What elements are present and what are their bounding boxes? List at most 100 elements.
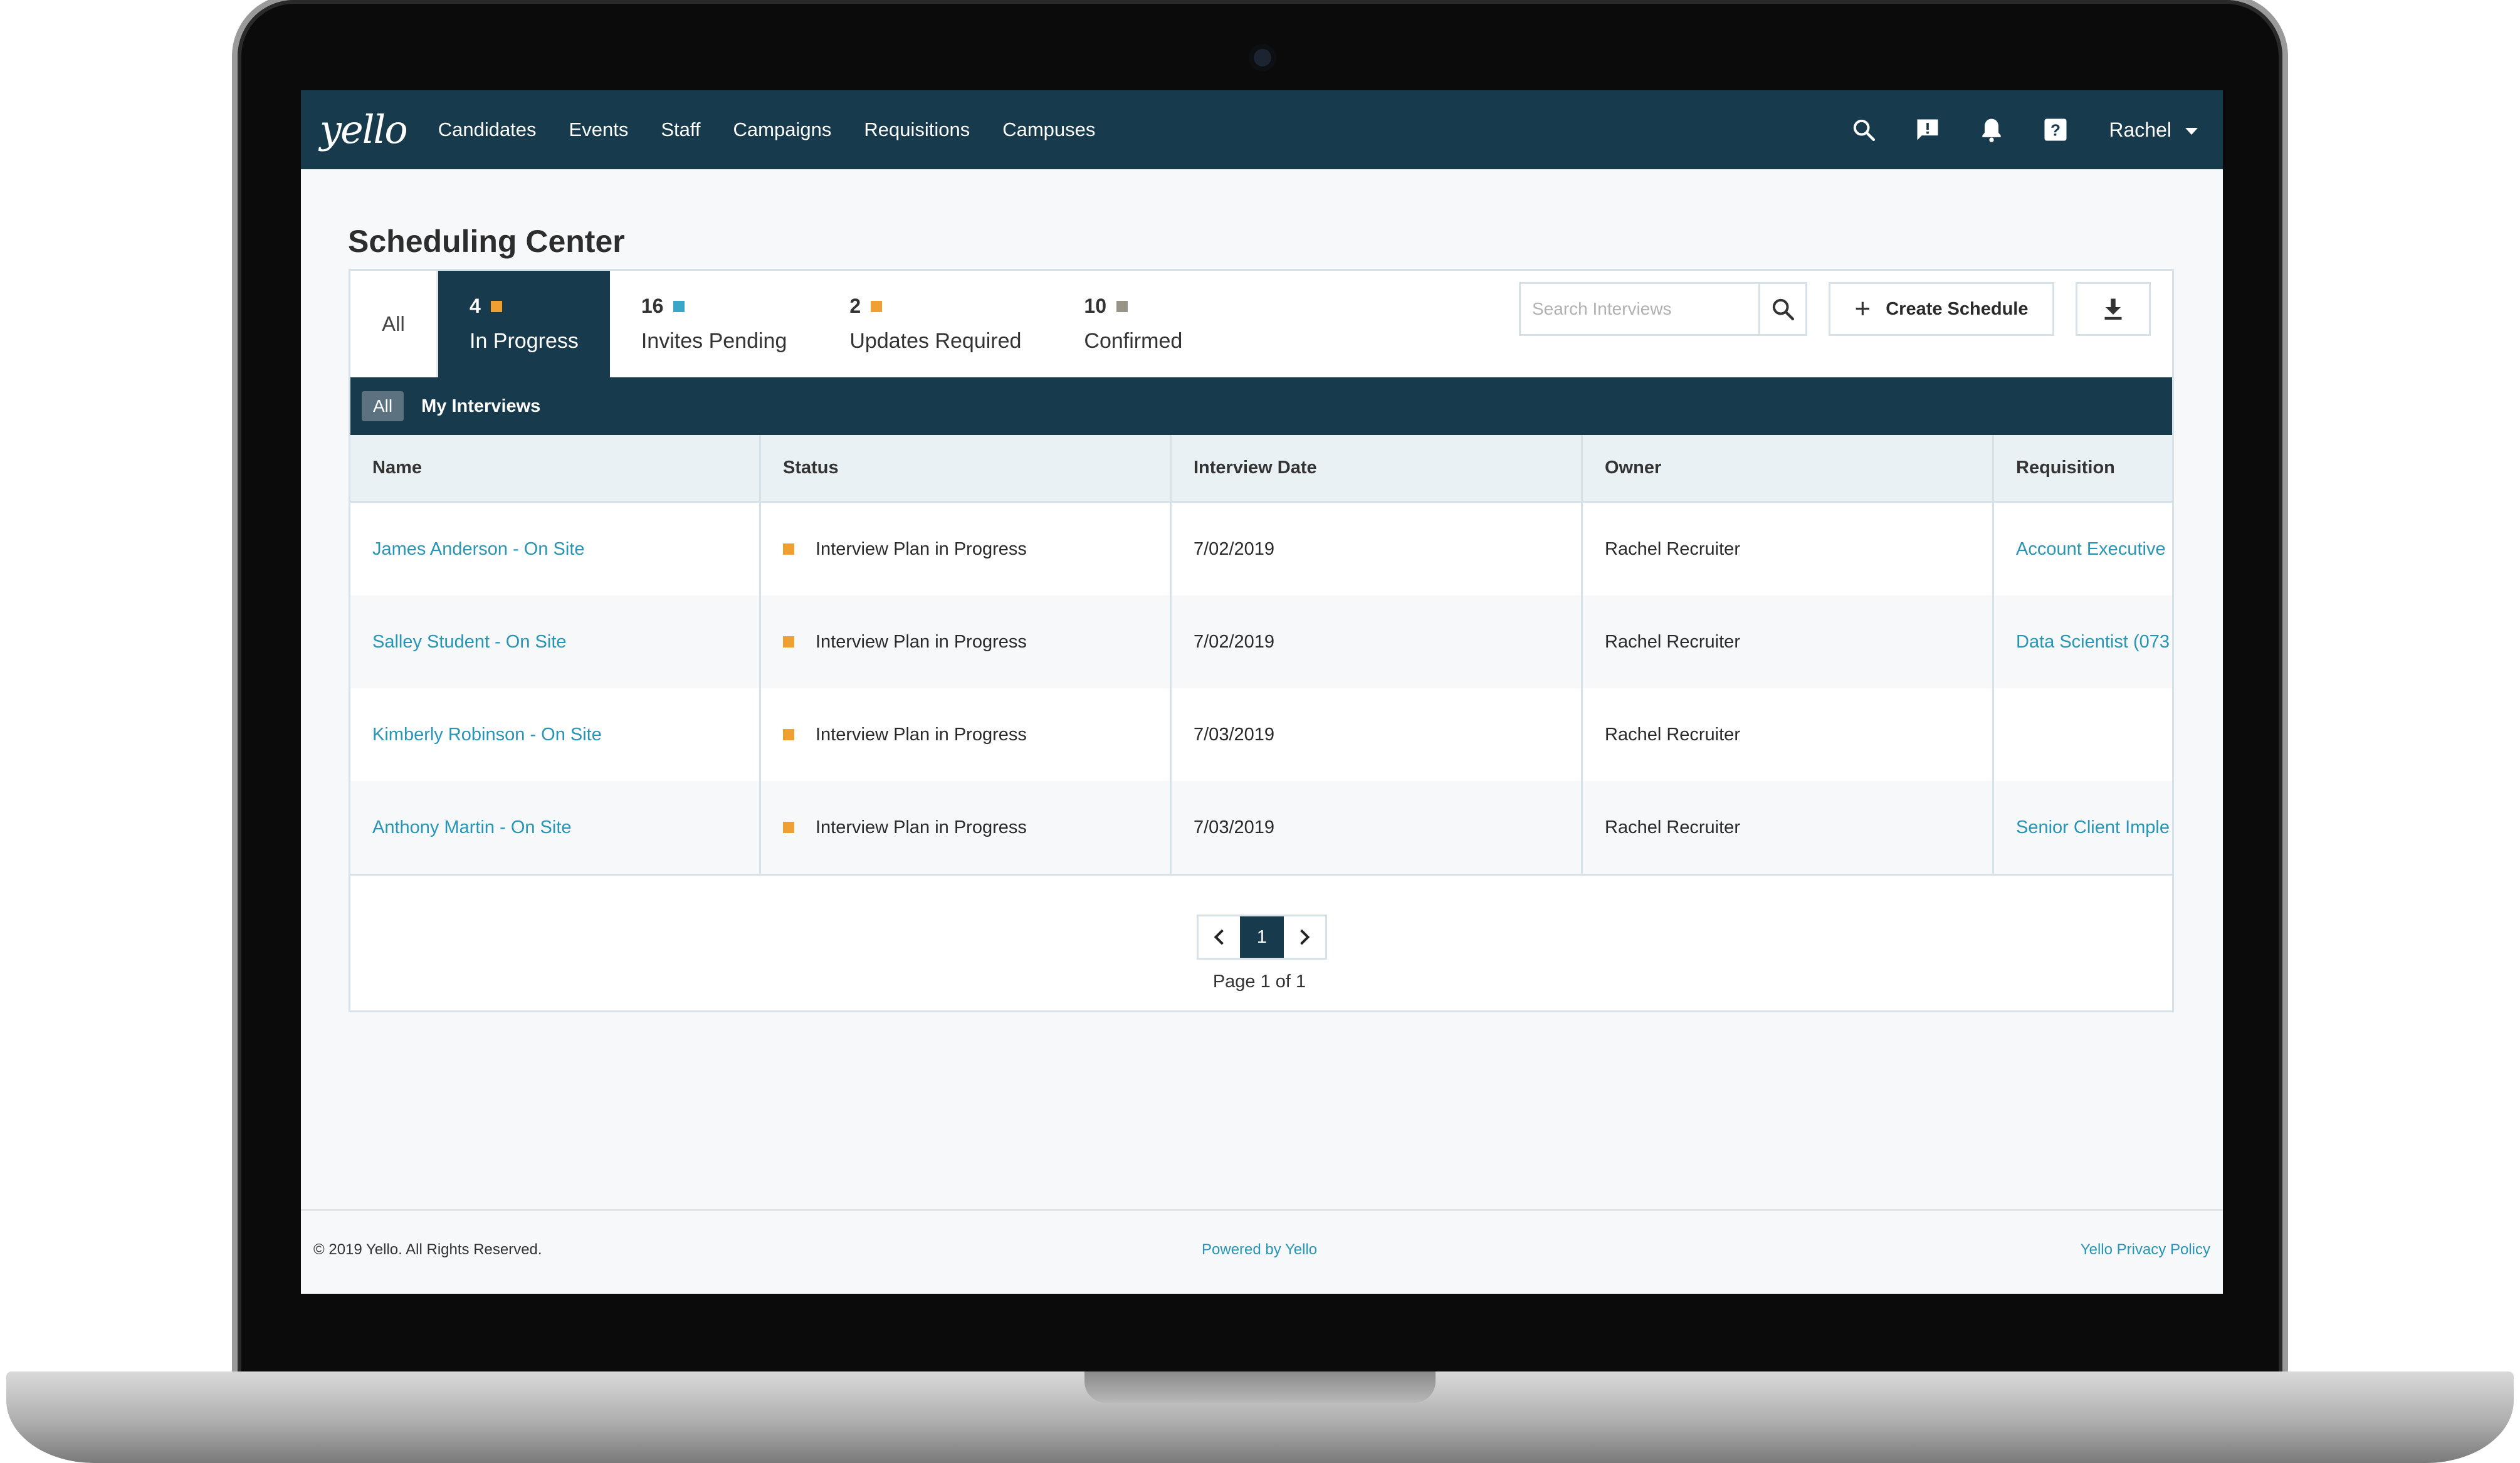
status-text: Interview Plan in Progress: [816, 724, 1027, 745]
status-tabs: All 4 In Progress 16 Invites Pending 2 U…: [350, 271, 1214, 377]
date-cell: 7/02/2019: [1172, 503, 1583, 595]
tab-count: 16: [641, 295, 787, 318]
chevron-down-icon[interactable]: [2185, 127, 2198, 135]
tab-count: 4: [470, 295, 579, 318]
bell-icon[interactable]: [1976, 114, 2007, 145]
page-info: Page 1 of 1: [1212, 972, 1306, 992]
plus-icon: +: [1854, 293, 1871, 324]
tab-count: 2: [849, 295, 1021, 318]
status-cell: Interview Plan in Progress: [761, 781, 1172, 874]
table-bottom-border: [350, 874, 2172, 876]
table-row: James Anderson - On Site Interview Plan …: [350, 503, 2172, 595]
message-alert-icon[interactable]: [1912, 114, 1943, 145]
candidate-link[interactable]: Kimberly Robinson - On Site: [350, 688, 761, 781]
footer: © 2019 Yello. All Rights Reserved. Power…: [301, 1209, 2223, 1294]
nav-link-campuses[interactable]: Campuses: [1002, 118, 1095, 141]
date-cell: 7/03/2019: [1172, 688, 1583, 781]
owner-cell: Rachel Recruiter: [1583, 781, 1994, 874]
column-header-requisition[interactable]: Requisition: [1994, 435, 2172, 501]
nav-link-requisitions[interactable]: Requisitions: [864, 118, 970, 141]
owner-cell: Rachel Recruiter: [1583, 688, 1994, 781]
current-page-button[interactable]: 1: [1240, 916, 1284, 958]
status-text: Interview Plan in Progress: [816, 631, 1027, 652]
footer-privacy-link[interactable]: Yello Privacy Policy: [2081, 1241, 2210, 1259]
nav-link-candidates[interactable]: Candidates: [438, 118, 537, 141]
webcam: [1249, 44, 1276, 71]
pagination: 1: [1197, 915, 1327, 960]
tab-label: Updates Required: [849, 329, 1022, 353]
requisition-link[interactable]: Account Executive: [1994, 503, 2172, 595]
column-header-name[interactable]: Name: [350, 435, 761, 501]
status-indicator: [783, 636, 794, 648]
nav-link-campaigns[interactable]: Campaigns: [733, 118, 832, 141]
requisition-link[interactable]: Senior Client Imple: [1994, 781, 2172, 874]
footer-powered-link[interactable]: Powered by Yello: [1202, 1241, 1317, 1259]
status-indicator: [783, 729, 794, 740]
column-header-interview-date[interactable]: Interview Date: [1172, 435, 1583, 501]
user-menu-name[interactable]: Rachel: [2109, 118, 2171, 142]
status-text: Interview Plan in Progress: [816, 817, 1027, 837]
help-icon[interactable]: ?: [2040, 114, 2071, 145]
nav-link-staff[interactable]: Staff: [661, 118, 700, 141]
table-row: Anthony Martin - On Site Interview Plan …: [350, 781, 2172, 874]
requisition-link[interactable]: Data Scientist (073: [1994, 595, 2172, 688]
filter-all[interactable]: All: [362, 391, 404, 421]
tab-all[interactable]: All: [350, 271, 438, 377]
next-page-button[interactable]: [1284, 916, 1325, 958]
nav-links: Candidates Events Staff Campaigns Requis…: [438, 118, 1128, 141]
candidate-link[interactable]: Salley Student - On Site: [350, 595, 761, 688]
status-text: Interview Plan in Progress: [816, 538, 1027, 559]
tab-label: Confirmed: [1084, 329, 1183, 353]
page-title: Scheduling Center: [348, 224, 625, 259]
nav-link-events[interactable]: Events: [569, 118, 629, 141]
column-header-status[interactable]: Status: [761, 435, 1172, 501]
create-schedule-button[interactable]: + Create Schedule: [1829, 282, 2054, 336]
nav-right: ? Rachel: [1848, 90, 2198, 169]
tab-count-value: 10: [1084, 295, 1107, 317]
status-color-square: [871, 300, 883, 312]
filter-bar: All My Interviews: [350, 377, 2172, 435]
status-cell: Interview Plan in Progress: [761, 595, 1172, 688]
status-color-square: [490, 300, 502, 312]
create-schedule-label: Create Schedule: [1886, 298, 2029, 319]
status-indicator: [783, 822, 794, 833]
search-button[interactable]: [1758, 284, 1805, 334]
laptop-notch: [1084, 1371, 1436, 1403]
tab-updates-required[interactable]: 2 Updates Required: [818, 271, 1053, 377]
status-cell: Interview Plan in Progress: [761, 503, 1172, 595]
date-cell: 7/03/2019: [1172, 781, 1583, 874]
chevron-left-icon: [1214, 929, 1224, 945]
date-cell: 7/02/2019: [1172, 595, 1583, 688]
candidate-link[interactable]: Anthony Martin - On Site: [350, 781, 761, 874]
yello-logo[interactable]: yello: [320, 110, 408, 149]
prev-page-button[interactable]: [1199, 916, 1240, 958]
search-input[interactable]: [1521, 284, 1758, 334]
filter-my-interviews[interactable]: My Interviews: [421, 396, 540, 417]
search-icon[interactable]: [1848, 114, 1879, 145]
requisition-link[interactable]: [1994, 688, 2172, 781]
top-nav: yello Candidates Events Staff Campaigns …: [301, 90, 2223, 169]
tab-label: In Progress: [470, 329, 579, 353]
svg-text:?: ?: [2050, 121, 2061, 140]
interviews-table: Name Status Interview Date Owner Requisi…: [350, 435, 2172, 876]
tab-invites-pending[interactable]: 16 Invites Pending: [610, 271, 819, 377]
status-color-square: [673, 300, 685, 312]
owner-cell: Rachel Recruiter: [1583, 503, 1994, 595]
footer-copyright: © 2019 Yello. All Rights Reserved.: [313, 1241, 542, 1258]
owner-cell: Rachel Recruiter: [1583, 595, 1994, 688]
search-box: [1519, 282, 1807, 336]
column-header-owner[interactable]: Owner: [1583, 435, 1994, 501]
download-button[interactable]: [2076, 282, 2151, 336]
status-cell: Interview Plan in Progress: [761, 688, 1172, 781]
tab-confirmed[interactable]: 10 Confirmed: [1053, 271, 1214, 377]
table-row: Salley Student - On Site Interview Plan …: [350, 595, 2172, 688]
table-header: Name Status Interview Date Owner Requisi…: [350, 435, 2172, 503]
tab-count-value: 2: [849, 295, 861, 317]
download-icon: [2104, 298, 2122, 320]
scheduling-panel: All 4 In Progress 16 Invites Pending 2 U…: [349, 269, 2174, 1012]
search-icon: [1772, 298, 1794, 320]
tab-in-progress[interactable]: 4 In Progress: [438, 271, 610, 377]
tab-count-value: 16: [641, 295, 664, 317]
candidate-link[interactable]: James Anderson - On Site: [350, 503, 761, 595]
status-indicator: [783, 543, 794, 555]
